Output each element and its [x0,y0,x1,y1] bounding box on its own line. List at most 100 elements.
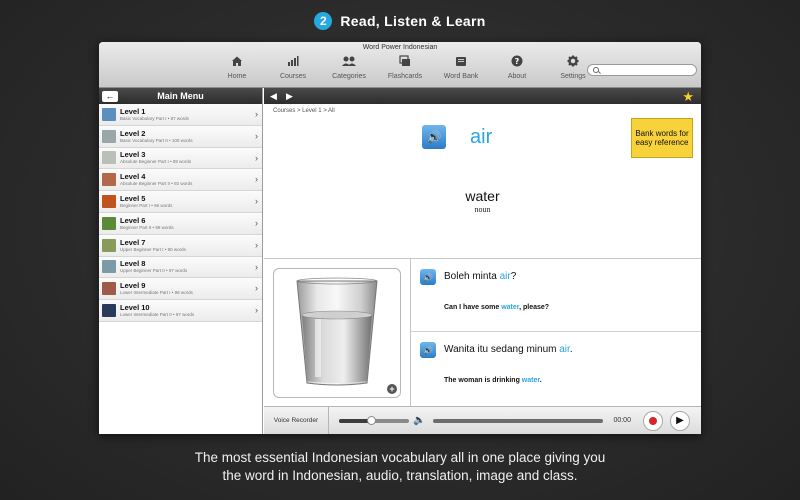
level-name: Level 8 [120,259,146,269]
sentence-speaker-button[interactable]: 🔊 [420,342,436,358]
toolbar-label: Word Bank [443,73,479,80]
toolbar-about-button[interactable]: ? About [489,55,545,80]
level-row[interactable]: Level 6 Beginner Part II • 99 words › [99,212,262,235]
sentence-translation: The woman is drinking water. [444,377,542,384]
toolbar-courses-button[interactable]: Courses [265,55,321,80]
toolbar-word-bank-button[interactable]: Word Bank [433,55,489,80]
level-subtitle: Beginner Part I • 96 words [120,203,173,209]
chevron-right-icon: › [255,109,258,119]
caption-line: the word in Indonesian, audio, translati… [222,468,578,483]
level-text: Level 7 Upper Beginner Part I • 90 words [120,238,186,253]
toolbar-label: Flashcards [387,73,423,80]
level-name: Level 10 [120,303,150,313]
speaker-icon: 🔊 [423,272,433,282]
search-input[interactable] [587,64,697,76]
level-row[interactable]: Level 3 Absolute Beginner Part I • 89 wor… [99,147,262,170]
speaker-icon: 🔊 [423,345,433,355]
toolbar-categories-button[interactable]: Categories [321,55,377,80]
image-panel: + [264,259,411,406]
about-icon: ? [510,55,524,69]
level-row[interactable]: Level 2 Basic Vocabulary Part II • 100 wo… [99,125,262,148]
word-main: air [470,126,493,148]
promo-title: Read, Listen & Learn [340,13,486,29]
level-thumbnail [102,151,116,165]
voice-recorder: Voice Recorder 🔈 00:00 ▶ [264,406,701,434]
level-subtitle: Beginner Part II • 99 words [120,224,174,230]
play-button[interactable]: ▶ [669,410,690,431]
level-text: Level 2 Basic Vocabulary Part II • 100 wo… [120,129,193,144]
zoom-plus-icon[interactable]: + [387,383,397,394]
volume-knob[interactable] [366,415,376,425]
chevron-right-icon: › [255,174,258,185]
example-sentences: 🔊 Boleh minta air? Can I have some water… [411,259,701,406]
level-subtitle: Upper Beginner Part I • 90 words [120,246,186,252]
level-subtitle: Absolute Beginner Part II • 92 words [120,181,193,187]
level-name: Level 3 [120,150,146,160]
word-speaker-button[interactable]: 🔊 [422,125,446,149]
level-subtitle: Lower Intermediate Part II • 97 words [120,312,195,318]
level-text: Level 1 Basic Vocabulary Part I • 87 word… [120,107,189,122]
flashcards-icon [398,55,412,69]
caption-line: The most essential Indonesian vocabulary… [194,450,606,465]
level-row[interactable]: Level 5 Beginner Part I • 96 words › [99,191,262,213]
toolbar-home-button[interactable]: Home [209,55,265,80]
categories-icon [342,55,356,69]
step-badge: 2 [314,12,333,30]
sentence-translation: Can I have some water, please? [444,304,550,311]
star-icon[interactable]: ★ [682,89,694,105]
level-text: Level 9 Lower Intermediate Part I • 98 wo… [120,281,193,296]
chevron-right-icon: › [255,152,258,163]
app-window: Word Power Indonesian Home Courses Categ… [99,42,701,434]
promo-caption: The most essential Indonesian vocabulary… [0,449,800,485]
volume-fill [339,418,371,423]
chevron-right-icon: › [255,217,258,228]
level-name: Level 7 [120,237,146,247]
toolbar-label: About [507,73,527,80]
level-row[interactable]: Level 9 Lower Intermediate Part I • 98 wo… [99,278,262,301]
level-thumbnail [102,107,116,121]
level-name: Level 1 [120,106,146,116]
level-thumbnail [102,238,116,252]
level-row[interactable]: Level 10 Lower Intermediate Part II • 97 … [99,300,262,322]
sentence-text: Wanita itu sedang minum air. [444,344,573,355]
play-icon: ▶ [676,415,684,426]
toolbar-label: Settings [560,73,586,80]
level-row[interactable]: Level 1 Basic Vocabulary Part I • 87 word… [99,104,262,126]
chevron-right-icon: › [255,130,258,141]
word-bank-icon [454,55,468,69]
main-panel: ◀ ▶ ★ Courses > Level 1 > All 🔊 air wate… [264,88,701,434]
sentence-speaker-button[interactable]: 🔊 [420,269,436,285]
prev-arrow-icon[interactable]: ◀ [270,91,280,102]
record-button[interactable] [642,410,663,431]
level-name: Level 5 [120,194,146,204]
level-text: Level 5 Beginner Part I • 96 words [120,194,172,209]
chevron-right-icon: › [255,305,258,316]
volume-slider[interactable] [339,415,409,425]
lower-area: + 🔊 Boleh minta air? Can I have some wat… [264,259,701,406]
toolbar-flashcards-button[interactable]: Flashcards [377,55,433,80]
level-subtitle: Upper Beginner Part II • 97 words [120,268,188,274]
toolbar-label: Home [227,73,247,80]
word-translation: water [465,188,500,204]
level-row[interactable]: Level 4 Absolute Beginner Part II • 92 wo… [99,169,262,192]
level-text: Level 10 Lower Intermediate Part II • 97 … [120,303,194,318]
sidebar-header: ← Main Menu [99,88,262,104]
titlebar: Word Power Indonesian Home Courses Categ… [99,42,701,88]
level-text: Level 3 Absolute Beginner Part I • 89 wor… [120,150,191,165]
level-thumbnail [102,216,116,230]
breadcrumb: Courses > Level 1 > All [273,108,335,114]
level-subtitle: Basic Vocabulary Part II • 100 words [120,137,193,143]
settings-icon [566,55,580,69]
level-row[interactable]: Level 8 Upper Beginner Part II • 97 words… [99,256,262,279]
word-image[interactable]: + [273,267,401,398]
level-name: Level 9 [120,281,146,291]
back-button[interactable]: ← [102,90,118,102]
level-name: Level 2 [120,128,146,138]
level-thumbnail [102,195,116,209]
chevron-right-icon: › [255,283,258,294]
chevron-right-icon: › [255,239,258,250]
next-arrow-icon[interactable]: ▶ [286,91,296,102]
level-name: Level 6 [120,215,146,225]
playback-progress[interactable] [433,418,604,423]
level-row[interactable]: Level 7 Upper Beginner Part I • 90 words › [99,234,262,257]
